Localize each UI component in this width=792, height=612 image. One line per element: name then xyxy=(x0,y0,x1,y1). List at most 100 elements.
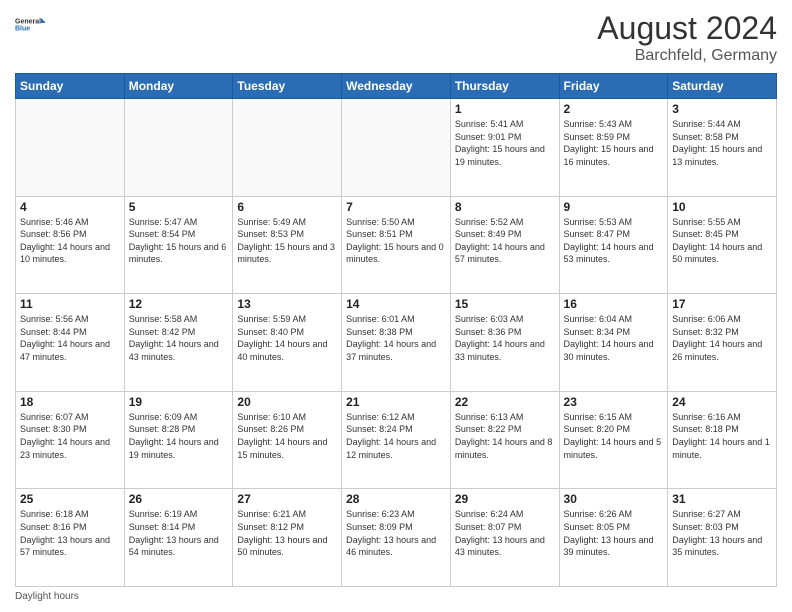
calendar-cell-12: 12 Sunrise: 5:58 AMSunset: 8:42 PMDaylig… xyxy=(124,294,233,392)
day-info: Sunrise: 6:21 AMSunset: 8:12 PMDaylight:… xyxy=(237,509,327,557)
day-number: 6 xyxy=(237,200,337,214)
day-info: Sunrise: 5:58 AMSunset: 8:42 PMDaylight:… xyxy=(129,314,219,362)
day-number: 2 xyxy=(564,102,664,116)
calendar-cell-empty xyxy=(124,99,233,197)
calendar-cell-21: 21 Sunrise: 6:12 AMSunset: 8:24 PMDaylig… xyxy=(342,391,451,489)
day-info: Sunrise: 6:16 AMSunset: 8:18 PMDaylight:… xyxy=(672,412,770,460)
calendar-cell-7: 7 Sunrise: 5:50 AMSunset: 8:51 PMDayligh… xyxy=(342,196,451,294)
day-number: 23 xyxy=(564,395,664,409)
day-number: 7 xyxy=(346,200,446,214)
day-number: 4 xyxy=(20,200,120,214)
calendar-cell-13: 13 Sunrise: 5:59 AMSunset: 8:40 PMDaylig… xyxy=(233,294,342,392)
day-number: 9 xyxy=(564,200,664,214)
col-header-wednesday: Wednesday xyxy=(342,74,451,99)
calendar-cell-15: 15 Sunrise: 6:03 AMSunset: 8:36 PMDaylig… xyxy=(450,294,559,392)
calendar-cell-11: 11 Sunrise: 5:56 AMSunset: 8:44 PMDaylig… xyxy=(16,294,125,392)
day-number: 15 xyxy=(455,297,555,311)
day-info: Sunrise: 6:06 AMSunset: 8:32 PMDaylight:… xyxy=(672,314,762,362)
day-info: Sunrise: 6:19 AMSunset: 8:14 PMDaylight:… xyxy=(129,509,219,557)
day-info: Sunrise: 5:46 AMSunset: 8:56 PMDaylight:… xyxy=(20,217,110,265)
day-number: 31 xyxy=(672,492,772,506)
calendar-cell-27: 27 Sunrise: 6:21 AMSunset: 8:12 PMDaylig… xyxy=(233,489,342,587)
header: General Blue August 2024 Barchfeld, Germ… xyxy=(15,10,777,65)
day-info: Sunrise: 5:43 AMSunset: 8:59 PMDaylight:… xyxy=(564,119,654,167)
calendar-cell-28: 28 Sunrise: 6:23 AMSunset: 8:09 PMDaylig… xyxy=(342,489,451,587)
calendar-cell-2: 2 Sunrise: 5:43 AMSunset: 8:59 PMDayligh… xyxy=(559,99,668,197)
day-number: 21 xyxy=(346,395,446,409)
day-info: Sunrise: 6:07 AMSunset: 8:30 PMDaylight:… xyxy=(20,412,110,460)
calendar-cell-empty xyxy=(16,99,125,197)
day-number: 8 xyxy=(455,200,555,214)
day-info: Sunrise: 5:59 AMSunset: 8:40 PMDaylight:… xyxy=(237,314,327,362)
title-block: August 2024 Barchfeld, Germany xyxy=(597,10,777,65)
day-info: Sunrise: 5:55 AMSunset: 8:45 PMDaylight:… xyxy=(672,217,762,265)
day-info: Sunrise: 6:12 AMSunset: 8:24 PMDaylight:… xyxy=(346,412,436,460)
col-header-monday: Monday xyxy=(124,74,233,99)
day-number: 27 xyxy=(237,492,337,506)
calendar-cell-31: 31 Sunrise: 6:27 AMSunset: 8:03 PMDaylig… xyxy=(668,489,777,587)
day-info: Sunrise: 6:18 AMSunset: 8:16 PMDaylight:… xyxy=(20,509,110,557)
calendar-cell-6: 6 Sunrise: 5:49 AMSunset: 8:53 PMDayligh… xyxy=(233,196,342,294)
footer-note: Daylight hours xyxy=(15,591,777,602)
day-number: 20 xyxy=(237,395,337,409)
week-row-1: 4 Sunrise: 5:46 AMSunset: 8:56 PMDayligh… xyxy=(16,196,777,294)
day-info: Sunrise: 6:15 AMSunset: 8:20 PMDaylight:… xyxy=(564,412,662,460)
calendar-cell-1: 1 Sunrise: 5:41 AMSunset: 9:01 PMDayligh… xyxy=(450,99,559,197)
day-info: Sunrise: 6:04 AMSunset: 8:34 PMDaylight:… xyxy=(564,314,654,362)
logo: General Blue xyxy=(15,10,45,38)
day-number: 1 xyxy=(455,102,555,116)
day-info: Sunrise: 5:50 AMSunset: 8:51 PMDaylight:… xyxy=(346,217,444,265)
svg-text:Blue: Blue xyxy=(15,26,30,33)
day-info: Sunrise: 6:13 AMSunset: 8:22 PMDaylight:… xyxy=(455,412,553,460)
day-number: 14 xyxy=(346,297,446,311)
day-number: 29 xyxy=(455,492,555,506)
day-number: 5 xyxy=(129,200,229,214)
day-number: 13 xyxy=(237,297,337,311)
week-row-3: 18 Sunrise: 6:07 AMSunset: 8:30 PMDaylig… xyxy=(16,391,777,489)
day-info: Sunrise: 6:09 AMSunset: 8:28 PMDaylight:… xyxy=(129,412,219,460)
calendar-cell-25: 25 Sunrise: 6:18 AMSunset: 8:16 PMDaylig… xyxy=(16,489,125,587)
day-info: Sunrise: 5:49 AMSunset: 8:53 PMDaylight:… xyxy=(237,217,335,265)
day-info: Sunrise: 6:26 AMSunset: 8:05 PMDaylight:… xyxy=(564,509,654,557)
calendar-cell-26: 26 Sunrise: 6:19 AMSunset: 8:14 PMDaylig… xyxy=(124,489,233,587)
calendar-cell-29: 29 Sunrise: 6:24 AMSunset: 8:07 PMDaylig… xyxy=(450,489,559,587)
calendar-cell-9: 9 Sunrise: 5:53 AMSunset: 8:47 PMDayligh… xyxy=(559,196,668,294)
day-info: Sunrise: 5:52 AMSunset: 8:49 PMDaylight:… xyxy=(455,217,545,265)
calendar-cell-23: 23 Sunrise: 6:15 AMSunset: 8:20 PMDaylig… xyxy=(559,391,668,489)
calendar-cell-30: 30 Sunrise: 6:26 AMSunset: 8:05 PMDaylig… xyxy=(559,489,668,587)
week-row-0: 1 Sunrise: 5:41 AMSunset: 9:01 PMDayligh… xyxy=(16,99,777,197)
calendar-table: SundayMondayTuesdayWednesdayThursdayFrid… xyxy=(15,73,777,587)
col-header-thursday: Thursday xyxy=(450,74,559,99)
calendar-cell-19: 19 Sunrise: 6:09 AMSunset: 8:28 PMDaylig… xyxy=(124,391,233,489)
day-number: 26 xyxy=(129,492,229,506)
day-number: 25 xyxy=(20,492,120,506)
day-info: Sunrise: 5:53 AMSunset: 8:47 PMDaylight:… xyxy=(564,217,654,265)
calendar-cell-17: 17 Sunrise: 6:06 AMSunset: 8:32 PMDaylig… xyxy=(668,294,777,392)
svg-text:General: General xyxy=(15,19,41,26)
calendar-cell-4: 4 Sunrise: 5:46 AMSunset: 8:56 PMDayligh… xyxy=(16,196,125,294)
week-row-4: 25 Sunrise: 6:18 AMSunset: 8:16 PMDaylig… xyxy=(16,489,777,587)
calendar-cell-8: 8 Sunrise: 5:52 AMSunset: 8:49 PMDayligh… xyxy=(450,196,559,294)
day-info: Sunrise: 5:56 AMSunset: 8:44 PMDaylight:… xyxy=(20,314,110,362)
day-info: Sunrise: 6:10 AMSunset: 8:26 PMDaylight:… xyxy=(237,412,327,460)
day-number: 22 xyxy=(455,395,555,409)
week-row-2: 11 Sunrise: 5:56 AMSunset: 8:44 PMDaylig… xyxy=(16,294,777,392)
day-number: 11 xyxy=(20,297,120,311)
calendar-cell-14: 14 Sunrise: 6:01 AMSunset: 8:38 PMDaylig… xyxy=(342,294,451,392)
day-number: 24 xyxy=(672,395,772,409)
calendar-cell-20: 20 Sunrise: 6:10 AMSunset: 8:26 PMDaylig… xyxy=(233,391,342,489)
location: Barchfeld, Germany xyxy=(597,47,777,65)
day-info: Sunrise: 6:27 AMSunset: 8:03 PMDaylight:… xyxy=(672,509,762,557)
day-number: 17 xyxy=(672,297,772,311)
day-number: 19 xyxy=(129,395,229,409)
calendar-header-row: SundayMondayTuesdayWednesdayThursdayFrid… xyxy=(16,74,777,99)
calendar-cell-empty xyxy=(342,99,451,197)
month-year: August 2024 xyxy=(597,10,777,47)
day-number: 16 xyxy=(564,297,664,311)
calendar-cell-10: 10 Sunrise: 5:55 AMSunset: 8:45 PMDaylig… xyxy=(668,196,777,294)
calendar-cell-18: 18 Sunrise: 6:07 AMSunset: 8:30 PMDaylig… xyxy=(16,391,125,489)
day-number: 3 xyxy=(672,102,772,116)
day-number: 12 xyxy=(129,297,229,311)
calendar-cell-3: 3 Sunrise: 5:44 AMSunset: 8:58 PMDayligh… xyxy=(668,99,777,197)
day-info: Sunrise: 6:24 AMSunset: 8:07 PMDaylight:… xyxy=(455,509,545,557)
